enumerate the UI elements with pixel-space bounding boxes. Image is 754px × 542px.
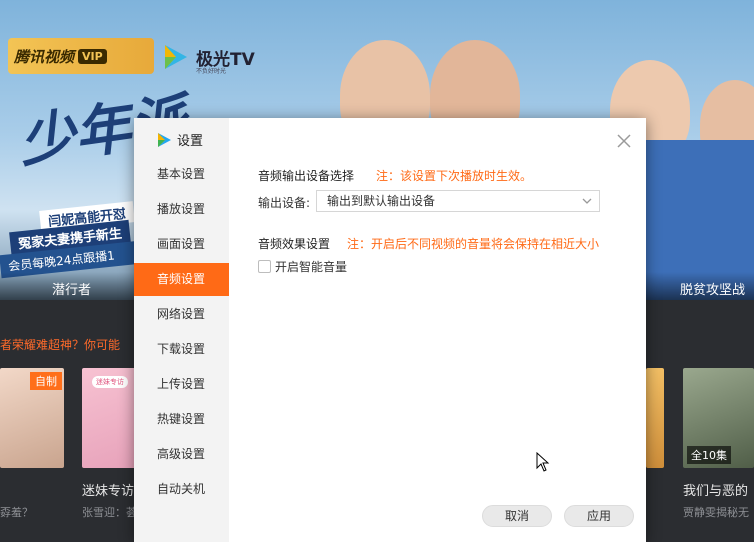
close-icon [617, 134, 631, 148]
banner-tab-left[interactable]: 潜行者 [52, 279, 91, 298]
audio-effect-heading: 音频效果设置 [258, 237, 331, 251]
nav-hotkey-settings[interactable]: 热键设置 [134, 403, 229, 436]
nav-upload-settings[interactable]: 上传设置 [134, 368, 229, 401]
audio-effect-note: 注：开启后不同视频的音量将会保持在相近大小 [347, 237, 600, 251]
thumbnail-subtitle[interactable]: 贾静雯揭秘无 [683, 504, 754, 520]
thumbnail-subtitle[interactable]: 张雪迎：荟 [82, 504, 138, 520]
close-button[interactable] [613, 130, 635, 152]
headline-ticker[interactable]: 者荣耀难超神？你可能 [0, 336, 120, 353]
smart-volume-option[interactable]: 开启智能音量 [258, 258, 347, 275]
smart-volume-label: 开启智能音量 [275, 260, 348, 274]
settings-sidebar: 设置 基本设置 播放设置 画面设置 音频设置 网络设置 下载设置 上传设置 热键… [134, 118, 229, 542]
video-thumbnail[interactable]: 迷妹专访 [82, 368, 138, 468]
mouse-cursor-icon [536, 452, 550, 472]
nav-auto-shutdown[interactable]: 自动关机 [134, 473, 229, 506]
dialog-title-text: 设置 [177, 134, 204, 149]
smart-volume-checkbox[interactable] [258, 260, 271, 273]
nav-playback-settings[interactable]: 播放设置 [134, 193, 229, 226]
nav-advanced-settings[interactable]: 高级设置 [134, 438, 229, 471]
output-device-note: 注：该设置下次播放时生效。 [376, 169, 533, 183]
cancel-button[interactable]: 取消 [482, 505, 552, 527]
thumbnail-tag: 迷妹专访 [92, 376, 128, 388]
output-device-heading: 音频输出设备选择 [258, 169, 355, 183]
thumbnail-subtitle[interactable]: 孬羞？ [0, 504, 60, 520]
video-thumbnail[interactable] [646, 368, 664, 468]
thumbnail-title[interactable]: 我们与恶的 [683, 480, 754, 499]
video-thumbnail[interactable]: 自制 [0, 368, 64, 468]
dialog-title: 设置 [156, 130, 203, 149]
vip-tag: VIP [78, 48, 107, 64]
nav-download-settings[interactable]: 下载设置 [134, 333, 229, 366]
tencent-video-vip-logo: 腾讯视频 VIP [8, 38, 154, 74]
original-badge: 自制 [30, 372, 62, 390]
thumbnail-title[interactable]: 迷妹专访 [82, 480, 138, 499]
brand-name: 腾讯视频 [14, 47, 75, 66]
chevron-down-icon [582, 198, 592, 204]
output-device-label: 输出设备: [258, 196, 311, 210]
nav-picture-settings[interactable]: 画面设置 [134, 228, 229, 261]
video-thumbnail[interactable]: 全10集 [683, 368, 754, 468]
output-device-select[interactable]: 输出到默认输出设备 [316, 190, 600, 212]
banner-tab-right[interactable]: 脱贫攻坚战 [680, 279, 745, 298]
nav-basic-settings[interactable]: 基本设置 [134, 158, 229, 191]
tencent-video-icon [158, 132, 171, 147]
jiguang-play-icon [165, 45, 187, 69]
nav-audio-settings[interactable]: 音频设置 [134, 263, 229, 296]
nav-network-settings[interactable]: 网络设置 [134, 298, 229, 331]
episode-count-badge: 全10集 [687, 446, 731, 464]
apply-button[interactable]: 应用 [564, 505, 634, 527]
settings-dialog: 设置 基本设置 播放设置 画面设置 音频设置 网络设置 下载设置 上传设置 热键… [134, 118, 646, 542]
output-device-value: 输出到默认输出设备 [327, 194, 436, 208]
jiguang-tv-logo: 极光TV 不负好时光 [160, 42, 255, 75]
partner-slogan: 不负好时光 [196, 68, 227, 75]
